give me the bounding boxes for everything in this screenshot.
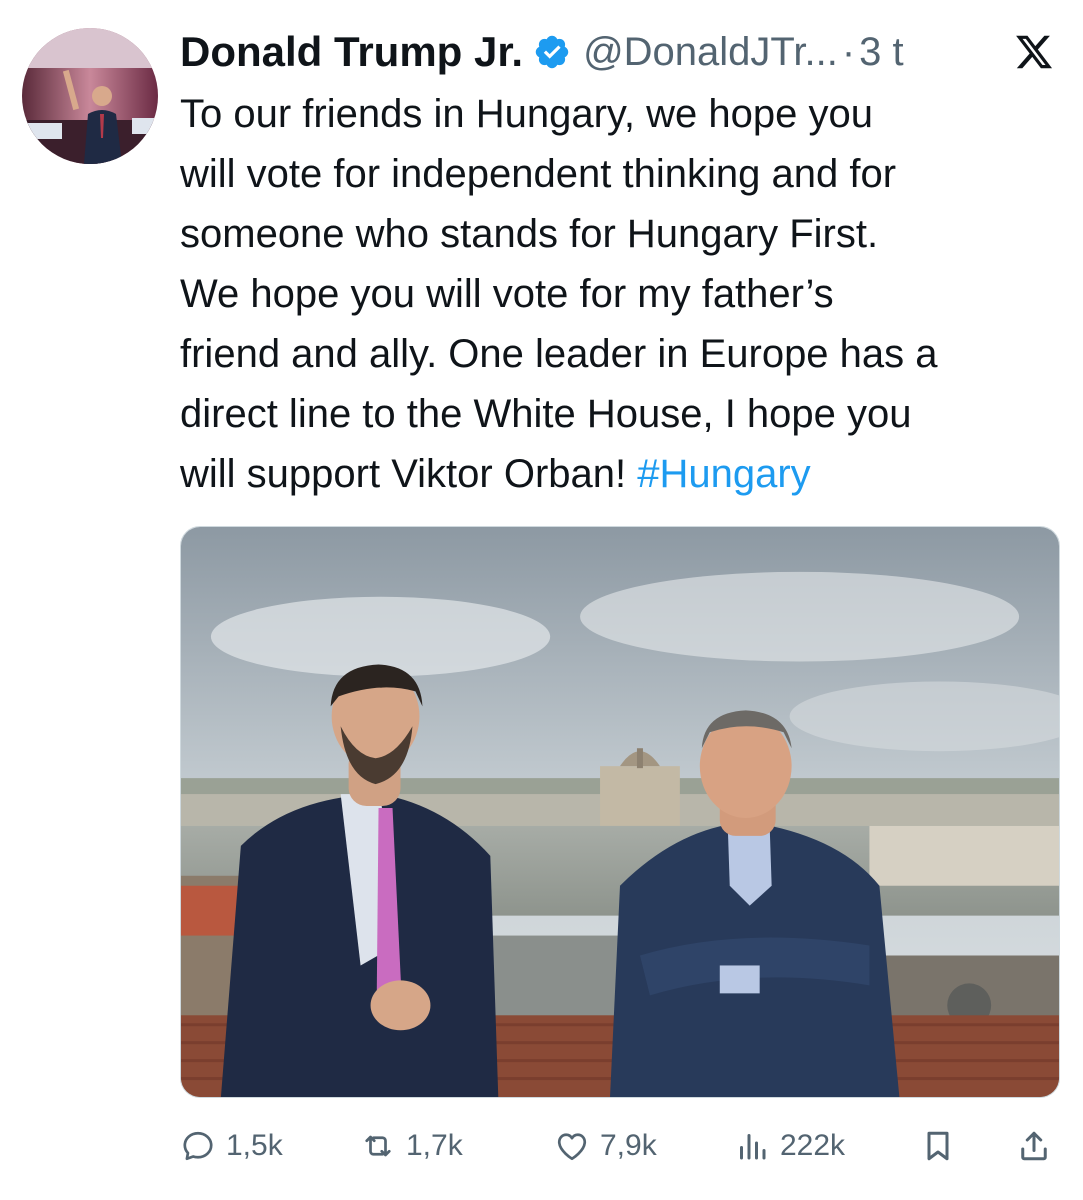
tweet-text-line: will vote for independent thinking and f… (180, 152, 897, 196)
tweet-text-line: someone who stands for Hungary First. (180, 212, 879, 256)
heart-icon (557, 1133, 587, 1161)
repost-button[interactable]: 1,7k (360, 1118, 463, 1174)
tweet-timestamp[interactable]: 3 t (859, 30, 903, 75)
share-button[interactable] (1016, 1118, 1052, 1174)
avatar[interactable] (22, 28, 158, 164)
photo-two-men-on-rooftop-icon (181, 527, 1059, 1097)
views-icon (740, 1134, 766, 1160)
tweet-text: To our friends in Hungary, we hope you w… (180, 84, 1070, 504)
tweet-photo[interactable] (180, 526, 1060, 1098)
profile-photo-icon (22, 28, 158, 164)
x-logo-icon[interactable] (1012, 32, 1056, 72)
tweet-text-line: To our friends in Hungary, we hope you (180, 92, 873, 136)
verified-badge-icon (535, 35, 569, 69)
bookmark-button[interactable] (920, 1118, 956, 1174)
author-handle[interactable]: @DonaldJTr... (583, 30, 838, 75)
tweet-text-line: direct line to the White House, I hope y… (180, 392, 912, 436)
repost-count: 1,7k (406, 1129, 463, 1162)
views-button[interactable]: 222k (734, 1118, 845, 1174)
share-icon (1021, 1131, 1047, 1161)
tweet-text-line: will support Viktor Orban! (180, 452, 638, 496)
tweet-header: Donald Trump Jr. @DonaldJTr... · 3 t (180, 24, 904, 80)
reply-button[interactable]: 1,5k (180, 1118, 283, 1174)
views-count: 222k (780, 1129, 846, 1162)
repost-icon (365, 1135, 391, 1157)
like-button[interactable]: 7,9k (554, 1118, 657, 1174)
reply-icon (183, 1131, 213, 1161)
tweet-actions-bar: 1,5k 1,7k 7,9k 222k (180, 1118, 1060, 1174)
tweet-text-last-line: will support Viktor Orban! #Hungary (180, 444, 1070, 504)
hashtag-link[interactable]: #Hungary (637, 452, 810, 496)
tweet-text-line: We hope you will vote for my father’s (180, 272, 834, 316)
tweet-text-line: friend and ally. One leader in Europe ha… (180, 332, 938, 376)
reply-count: 1,5k (226, 1129, 283, 1162)
like-count: 7,9k (600, 1129, 657, 1162)
bookmark-icon (927, 1131, 949, 1161)
separator-dot: · (841, 29, 856, 74)
author-display-name[interactable]: Donald Trump Jr. (180, 28, 523, 76)
